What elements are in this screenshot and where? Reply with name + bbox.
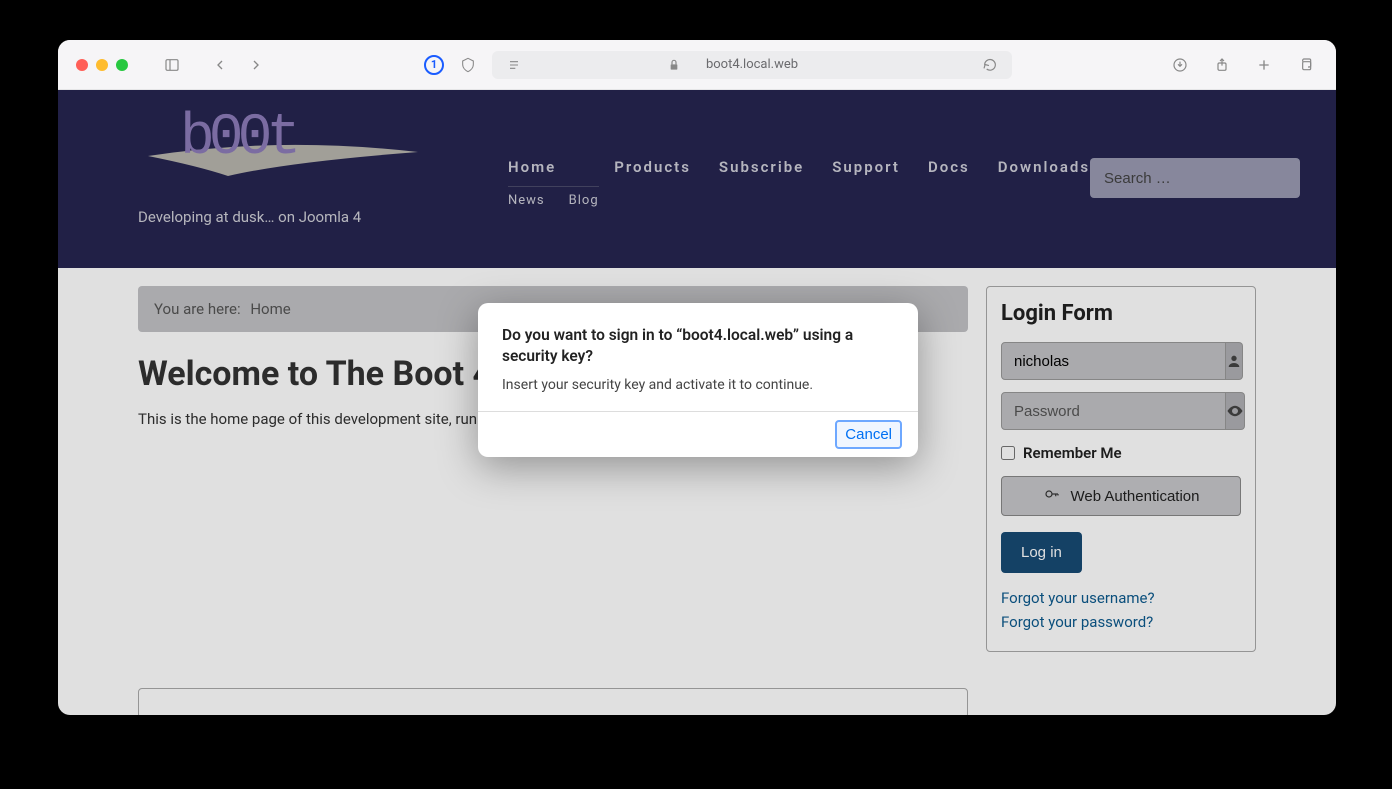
address-bar[interactable]: boot4.local.web [492,51,1012,79]
back-button[interactable] [208,53,232,77]
close-window-button[interactable] [76,59,88,71]
cancel-button[interactable]: Cancel [835,420,902,449]
new-tab-icon[interactable] [1252,53,1276,77]
address-text: boot4.local.web [706,57,798,72]
minimize-window-button[interactable] [96,59,108,71]
lock-icon [662,53,686,77]
maximize-window-button[interactable] [116,59,128,71]
onepassword-extension-icon[interactable]: 1 [424,55,444,75]
shield-icon[interactable] [456,53,480,77]
share-icon[interactable] [1210,53,1234,77]
tabs-icon[interactable] [1294,53,1318,77]
dialog-title: Do you want to sign in to “boot4.local.w… [502,325,894,367]
sidebar-icon[interactable] [160,53,184,77]
download-icon[interactable] [1168,53,1192,77]
window-controls [76,59,128,71]
forward-button[interactable] [244,53,268,77]
reload-icon[interactable] [978,53,1002,77]
browser-toolbar: 1 boot4.local.web [58,40,1336,90]
security-key-dialog: Do you want to sign in to “boot4.local.w… [478,303,918,457]
reader-icon[interactable] [502,53,526,77]
browser-window: 1 boot4.local.web [58,40,1336,715]
toolbar-right-icons [1168,53,1318,77]
dialog-text: Insert your security key and activate it… [502,377,894,393]
